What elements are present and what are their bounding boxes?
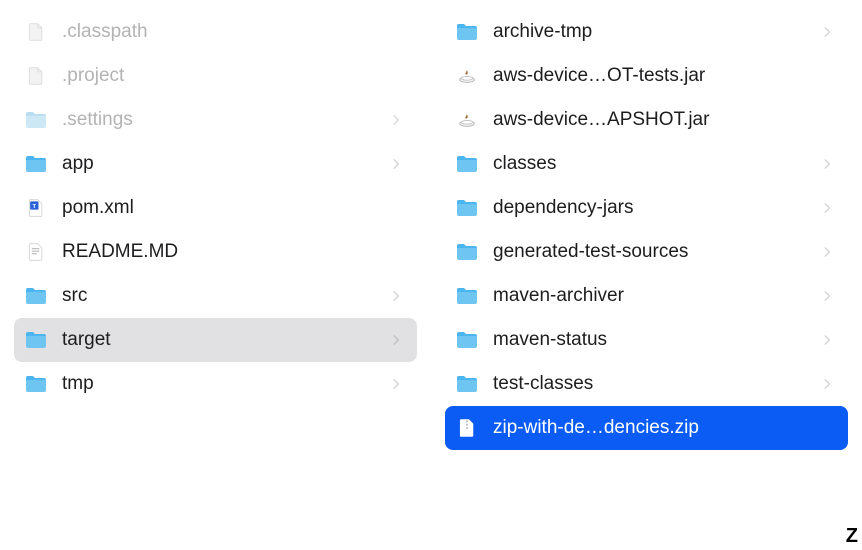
file-label: generated-test-sources <box>493 241 820 263</box>
folder-icon <box>455 328 479 352</box>
file-row[interactable]: maven-archiver <box>445 274 848 318</box>
folder-icon <box>455 20 479 44</box>
chevron-right-icon <box>820 243 838 261</box>
file-faded-icon <box>24 20 48 44</box>
chevron-right-icon <box>820 287 838 305</box>
file-label: maven-archiver <box>493 285 820 307</box>
folder-icon <box>24 328 48 352</box>
folder-faded-icon <box>24 108 48 132</box>
corner-letter: Z <box>846 525 858 548</box>
folder-icon <box>24 152 48 176</box>
chevron-right-icon <box>820 331 838 349</box>
right-column: archive-tmp aws-device…OT-tests.jar aws-de… <box>431 0 862 550</box>
file-label: target <box>62 329 389 351</box>
file-faded-icon <box>24 64 48 88</box>
file-row[interactable]: src <box>14 274 417 318</box>
file-label: dependency-jars <box>493 197 820 219</box>
folder-icon <box>455 284 479 308</box>
file-row[interactable]: maven-status <box>445 318 848 362</box>
file-row[interactable]: README.MD <box>14 230 417 274</box>
file-row[interactable]: dependency-jars <box>445 186 848 230</box>
file-label: .settings <box>62 109 389 131</box>
file-label: .project <box>62 65 407 87</box>
file-row[interactable]: app <box>14 142 417 186</box>
left-column: .classpath .project .settings app Tpom.xml RE… <box>0 0 431 550</box>
file-label: src <box>62 285 389 307</box>
text-file-icon <box>24 240 48 264</box>
file-label: pom.xml <box>62 197 407 219</box>
file-row[interactable]: .project <box>14 54 417 98</box>
chevron-right-icon <box>389 375 407 393</box>
file-row[interactable]: .settings <box>14 98 417 142</box>
file-row[interactable]: aws-device…OT-tests.jar <box>445 54 848 98</box>
jar-file-icon <box>455 108 479 132</box>
folder-icon <box>455 240 479 264</box>
svg-text:T: T <box>33 204 37 210</box>
file-row[interactable]: Tpom.xml <box>14 186 417 230</box>
chevron-right-icon <box>820 155 838 173</box>
file-label: app <box>62 153 389 175</box>
folder-icon <box>24 372 48 396</box>
chevron-right-icon <box>820 375 838 393</box>
chevron-right-icon <box>389 111 407 129</box>
file-label: maven-status <box>493 329 820 351</box>
folder-icon <box>455 196 479 220</box>
chevron-right-icon <box>820 199 838 217</box>
file-row[interactable]: .classpath <box>14 10 417 54</box>
chevron-right-icon <box>389 287 407 305</box>
xml-file-icon: T <box>24 196 48 220</box>
file-row[interactable]: archive-tmp <box>445 10 848 54</box>
chevron-right-icon <box>389 155 407 173</box>
chevron-right-icon <box>820 23 838 41</box>
file-label: zip-with-de…dencies.zip <box>493 417 838 439</box>
chevron-right-icon <box>389 331 407 349</box>
folder-icon <box>455 152 479 176</box>
file-row[interactable]: aws-device…APSHOT.jar <box>445 98 848 142</box>
folder-icon <box>24 284 48 308</box>
file-row[interactable]: classes <box>445 142 848 186</box>
file-label: test-classes <box>493 373 820 395</box>
file-label: .classpath <box>62 21 407 43</box>
file-label: archive-tmp <box>493 21 820 43</box>
file-label: aws-device…APSHOT.jar <box>493 109 838 131</box>
file-label: aws-device…OT-tests.jar <box>493 65 838 87</box>
jar-file-icon <box>455 64 479 88</box>
file-row[interactable]: zip-with-de…dencies.zip <box>445 406 848 450</box>
file-label: README.MD <box>62 241 407 263</box>
file-label: classes <box>493 153 820 175</box>
file-label: tmp <box>62 373 389 395</box>
file-row[interactable]: tmp <box>14 362 417 406</box>
file-row[interactable]: generated-test-sources <box>445 230 848 274</box>
file-row[interactable]: test-classes <box>445 362 848 406</box>
folder-icon <box>455 372 479 396</box>
zip-file-icon <box>455 416 479 440</box>
file-row[interactable]: target <box>14 318 417 362</box>
